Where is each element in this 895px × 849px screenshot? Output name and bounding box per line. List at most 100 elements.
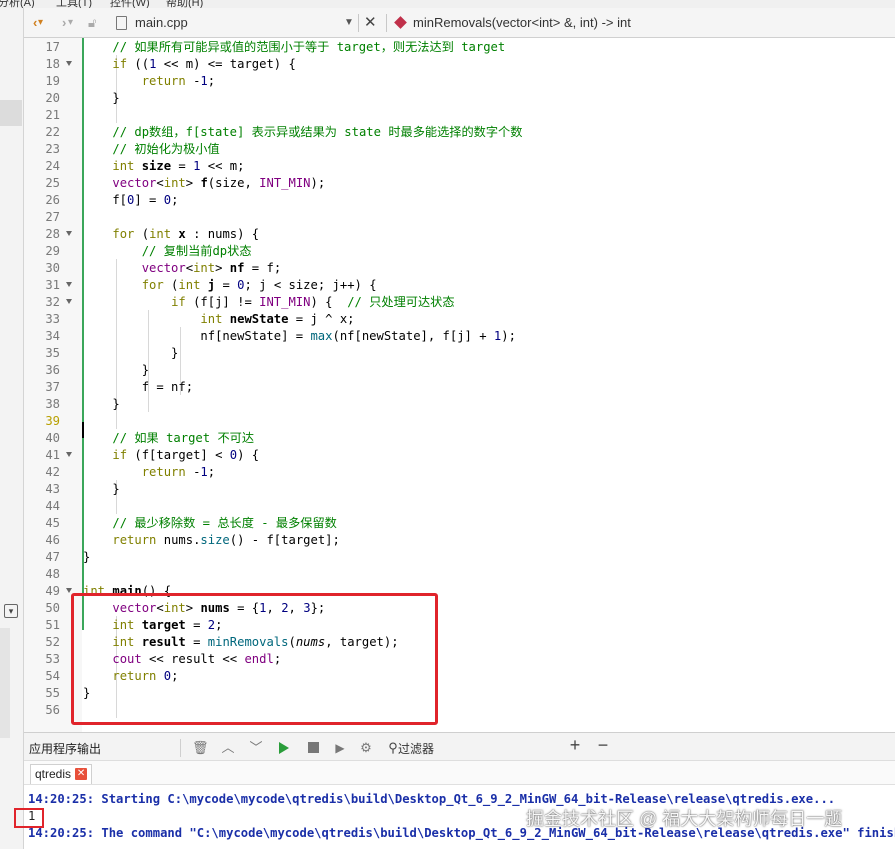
code-text: // 初始化为极小值: [112, 142, 220, 156]
gear-icon[interactable]: ⚙︎: [358, 740, 374, 756]
line-number: 36: [45, 363, 60, 377]
code-line[interactable]: 38 }: [24, 396, 895, 413]
code-line[interactable]: 36 }: [24, 362, 895, 379]
line-number: 56: [45, 703, 60, 717]
code-line[interactable]: 18 if ((1 << m) <= target) {: [24, 56, 895, 73]
line-number: 44: [45, 499, 60, 513]
code-line[interactable]: 47}: [24, 549, 895, 566]
code-line[interactable]: 27: [24, 209, 895, 226]
line-number: 41: [45, 448, 60, 462]
file-dropdown-icon[interactable]: ▼: [344, 12, 354, 34]
code-line[interactable]: 43 }: [24, 481, 895, 498]
code-text: f[0] = 0;: [83, 193, 179, 207]
line-number: 21: [45, 108, 60, 122]
fold-arrow-icon[interactable]: [66, 231, 72, 236]
menu-analyze[interactable]: 分析(A): [0, 0, 35, 8]
code-text: }: [83, 397, 120, 411]
add-icon[interactable]: +: [567, 736, 583, 754]
code-text: // dp数组，f[state] 表示异或结果为 state 时最多能选择的数字…: [112, 125, 523, 139]
code-text: for (int j = 0; j < size; j++) {: [141, 278, 377, 292]
line-number: 31: [45, 278, 60, 292]
line-number: 51: [45, 618, 60, 632]
line-number: 34: [45, 329, 60, 343]
close-tab-icon[interactable]: ✕: [75, 767, 88, 780]
menu-controls[interactable]: 控件(W): [110, 0, 150, 8]
line-number: 49: [45, 584, 60, 598]
code-line[interactable]: 29 // 复制当前dp状态: [24, 243, 895, 260]
code-text: if ((1 << m) <= target) {: [112, 57, 296, 71]
code-text: }: [83, 550, 91, 564]
line-number: 30: [45, 261, 60, 275]
qt-creator-window: 分析(A) 工具(T) 控件(W) 帮助(H) ▾ ‹ ▾ › ▾ 🔓︎ mai…: [0, 0, 895, 849]
file-selector[interactable]: main.cpp ▼: [116, 12, 356, 34]
code-line[interactable]: 48: [24, 566, 895, 583]
code-text: }: [83, 346, 179, 360]
code-text: int size = 1 << m;: [112, 159, 245, 173]
code-line[interactable]: 25 vector<int> f(size, INT_MIN);: [24, 175, 895, 192]
code-line[interactable]: 45 // 最少移除数 = 总长度 - 最多保留数: [24, 515, 895, 532]
collapse-panel-icon[interactable]: ▾: [4, 604, 18, 618]
line-number: 50: [45, 601, 60, 615]
menu-help[interactable]: 帮助(H): [166, 0, 203, 8]
code-line[interactable]: 41 if (f[target] < 0) {: [24, 447, 895, 464]
code-text: nf[newState] = max(nf[newState], f[j] + …: [83, 329, 516, 343]
fold-arrow-icon[interactable]: [66, 588, 72, 593]
code-line[interactable]: 28 for (int x : nums) {: [24, 226, 895, 243]
code-line[interactable]: 34 nf[newState] = max(nf[newState], f[j]…: [24, 328, 895, 345]
code-line[interactable]: 26 f[0] = 0;: [24, 192, 895, 209]
fold-arrow-icon[interactable]: [66, 61, 72, 66]
code-line[interactable]: 40 // 如果 target 不可达: [24, 430, 895, 447]
menu-tools[interactable]: 工具(T): [56, 0, 92, 8]
code-line[interactable]: 17 // 如果所有可能异或值的范围小于等于 target，则无法达到 targ…: [24, 39, 895, 56]
code-line[interactable]: 30 vector<int> nf = f;: [24, 260, 895, 277]
fold-arrow-icon[interactable]: [66, 299, 72, 304]
code-line[interactable]: 20 }: [24, 90, 895, 107]
code-line[interactable]: 22 // dp数组，f[state] 表示异或结果为 state 时最多能选择…: [24, 124, 895, 141]
code-text: f = nf;: [83, 380, 194, 394]
code-text: // 如果 target 不可达: [112, 431, 255, 445]
function-name: minRemovals(vector<int> &, int) -> int: [413, 15, 631, 30]
code-line[interactable]: 46 return nums.size() - f[target];: [24, 532, 895, 549]
editor-toolbar: ‹ ▾ › ▾ 🔓︎ main.cpp ▼ ✕ minRemovals(vect…: [24, 8, 895, 38]
line-number: 46: [45, 533, 60, 547]
sidebar-selected-item[interactable]: [0, 100, 22, 126]
code-line[interactable]: 19 return -1;: [24, 73, 895, 90]
stop-icon[interactable]: [308, 742, 319, 753]
clear-output-icon[interactable]: 🗑︎: [192, 740, 209, 756]
code-text: if (f[j] != INT_MIN) { // 只处理可达状态: [171, 295, 455, 309]
code-line[interactable]: 21: [24, 107, 895, 124]
forward-dropdown-icon[interactable]: ▾: [68, 8, 73, 38]
chevron-down-icon[interactable]: ﹀: [248, 740, 264, 756]
function-selector[interactable]: minRemovals(vector<int> &, int) -> int: [394, 12, 631, 34]
code-line[interactable]: 37 f = nf;: [24, 379, 895, 396]
code-line[interactable]: 44: [24, 498, 895, 515]
back-arrow-icon[interactable]: ‹: [33, 8, 37, 38]
back-dropdown-icon[interactable]: ▾: [38, 8, 43, 38]
minus-icon[interactable]: −: [595, 736, 611, 754]
close-file-icon[interactable]: ✕: [364, 8, 377, 38]
code-line[interactable]: 32 if (f[j] != INT_MIN) { // 只处理可达状态: [24, 294, 895, 311]
line-number: 32: [45, 295, 60, 309]
attach-debugger-icon[interactable]: ▶︎: [332, 740, 348, 756]
code-line[interactable]: 24 int size = 1 << m;: [24, 158, 895, 175]
forward-arrow-icon[interactable]: ›: [62, 8, 66, 38]
code-line[interactable]: 39: [24, 413, 895, 430]
code-line[interactable]: 33 int newState = j ^ x;: [24, 311, 895, 328]
line-number: 17: [45, 40, 60, 54]
code-line[interactable]: 42 return -1;: [24, 464, 895, 481]
line-number: 53: [45, 652, 60, 666]
line-number: 20: [45, 91, 60, 105]
code-line[interactable]: 35 }: [24, 345, 895, 362]
chevron-up-icon[interactable]: ︿: [220, 740, 236, 756]
tab-qtredis[interactable]: qtredis ✕: [30, 764, 93, 784]
code-line[interactable]: 31 for (int j = 0; j < size; j++) {: [24, 277, 895, 294]
line-number: 33: [45, 312, 60, 326]
tab-label: qtredis: [35, 767, 72, 781]
code-text: return nums.size() - f[target];: [112, 533, 340, 547]
fold-arrow-icon[interactable]: [66, 282, 72, 287]
fold-arrow-icon[interactable]: [66, 452, 72, 457]
code-line[interactable]: 23 // 初始化为极小值: [24, 141, 895, 158]
filter-input[interactable]: 过滤器: [398, 740, 434, 757]
run-icon[interactable]: [279, 742, 289, 754]
line-number: 45: [45, 516, 60, 530]
